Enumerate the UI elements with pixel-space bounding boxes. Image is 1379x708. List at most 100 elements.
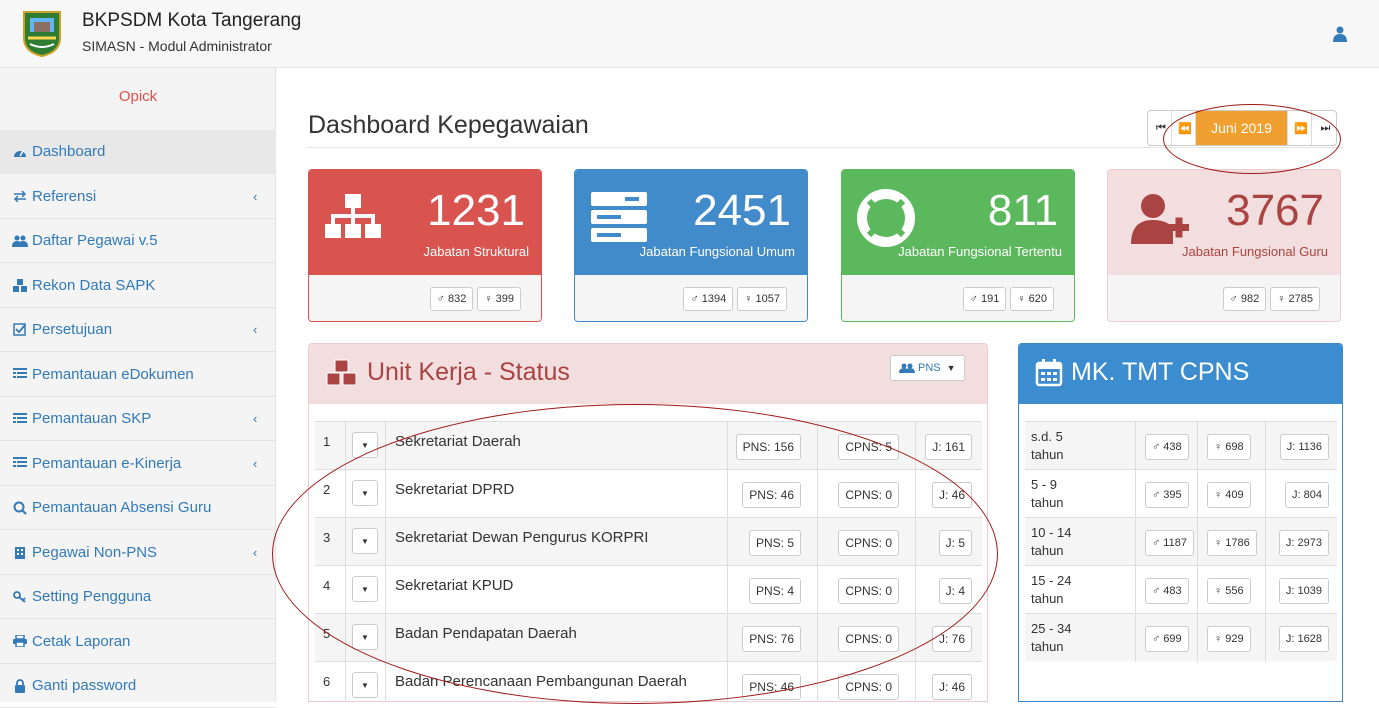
caret-down-icon: ▼ [361,632,369,642]
stat-label: Jabatan Fungsional Umum [639,244,795,259]
female-count-badge: ♀ 399 [477,287,521,311]
app-title: BKPSDM Kota Tangerang [82,10,302,31]
sidebar-item-label: Pemantauan SKP [32,410,152,427]
dashboard-icon [12,145,28,159]
stat-card-footer: ♂ 1394 ♀ 1057 [575,275,807,321]
period-pager: ⏮ ⏪ Juni 2019 ⏩ ⏭ [1147,110,1337,146]
last-period-button[interactable]: ⏭ [1312,111,1336,145]
unit-kerja-panel: Unit Kerja - Status PNS ▼ 1 ▼ Sekretariat … [308,343,988,702]
chevron-left-icon: ‹ [253,188,258,204]
first-period-button[interactable]: ⏮ [1148,111,1172,145]
female-count-badge: ♀ 2785 [1270,287,1320,311]
total-count-badge: J: 5 [938,530,972,556]
service-period-label: 15 - 24 tahun [1031,573,1072,606]
male-count-badge: ♂ 982 [1222,287,1267,311]
chevron-left-icon: ‹ [253,411,258,426]
table-row: s.d. 5 tahun ♂ 438 ♀ 698 J: 1136 [1025,421,1337,470]
unit-name: Sekretariat KPUD [395,577,514,594]
list-icon [12,412,28,426]
user-icon[interactable] [1333,26,1347,42]
row-expand-button[interactable]: ▼ [352,672,378,698]
sidebar-item-rekon-data-sapk[interactable]: Rekon Data SAPK [0,264,276,308]
total-count-badge: J: 1136 [1279,434,1329,460]
chevron-left-icon: ‹ [253,455,258,471]
table-row: 5 ▼ Badan Pendapatan Daerah PNS: 76 CPNS: 0 J… [315,613,982,662]
sidebar-item-pemantauan-skp[interactable]: Pemantauan SKP ‹ [0,397,276,441]
service-period-label: 25 - 34 tahun [1031,621,1072,654]
female-count-badge: ♀ 1786 [1207,530,1257,556]
unit-kerja-title-text: Unit Kerja - Status [367,358,570,386]
sidebar-item-cetak-laporan[interactable]: Cetak Laporan [0,620,276,664]
row-expand-button[interactable]: ▼ [352,432,378,458]
table-row: 25 - 34 tahun ♂ 699 ♀ 929 J: 1628 [1025,613,1337,662]
stat-card-jabatan-fungsional-umum[interactable]: 2451 Jabatan Fungsional Umum ♂ 1394 ♀ 1057 [574,169,808,322]
sidebar-item-label: Pemantauan eDokumen [32,365,194,383]
mk-tmt-cpns-title-text: MK. TMT CPNS [1071,358,1250,386]
sidebar-item-label: Pemantauan Absensi Guru [32,499,212,516]
cpns-count-badge: CPNS: 0 [838,578,899,604]
stat-card-header: 3767 Jabatan Fungsional Guru [1108,170,1340,275]
female-count-badge: ♀ 1057 [737,287,787,311]
status-filter-dropdown[interactable]: PNS ▼ [890,355,965,381]
sidebar-item-setting-pengguna[interactable]: Setting Pengguna [0,575,276,619]
service-period-label: 5 - 9 tahun [1031,477,1064,510]
row-number: 4 [323,578,331,593]
pns-count-badge: PNS: 76 [742,626,801,652]
row-expand-button[interactable]: ▼ [352,528,378,554]
stat-card-jabatan-fungsional-tertentu[interactable]: 811 Jabatan Fungsional Tertentu ♂ 191 ♀ 620 [841,169,1075,322]
row-expand-button[interactable]: ▼ [352,480,378,506]
total-count-badge: J: 76 [931,626,972,652]
unit-name: Sekretariat Dewan Pengurus KORPRI [395,529,649,546]
exchange-icon [12,189,28,203]
female-count-badge: ♀ 698 [1207,434,1251,460]
male-count-badge: ♂ 395 [1145,482,1189,508]
sidebar-item-label: Dashboard [32,143,106,160]
female-count-badge: ♀ 929 [1207,626,1251,652]
life-ring-icon [857,189,915,247]
stat-value: 811 [987,186,1058,235]
stat-label: Jabatan Fungsional Tertentu [898,244,1062,259]
mk-tmt-cpns-panel-header: MK. TMT CPNS [1019,344,1342,404]
row-expand-button[interactable]: ▼ [352,624,378,650]
prev-period-button[interactable]: ⏪ [1172,111,1196,145]
list-icon [12,456,28,470]
sidebar-item-pemantauan-absensi-guru[interactable]: Pemantauan Absensi Guru [0,486,276,530]
sidebar-item-daftar-pegawai-v-5[interactable]: Daftar Pegawai v.5 [0,219,276,263]
app-subtitle: SIMASN - Modul Administrator [82,38,272,54]
cpns-count-badge: CPNS: 0 [838,482,899,508]
table-row: 6 ▼ Badan Perencanaan Pembangunan Daerah PN… [315,661,982,701]
table-row: 1 ▼ Sekretariat Daerah PNS: 156 CPNS: 5 J: 16… [315,421,982,470]
row-number: 3 [323,530,331,545]
sidebar-item-label: Rekon Data SAPK [32,276,156,294]
next-period-button[interactable]: ⏩ [1288,111,1312,145]
sidebar-item-pemantauan-e-kinerja[interactable]: Pemantauan e-Kinerja ‹ [0,442,276,486]
stat-card-jabatan-fungsional-guru[interactable]: 3767 Jabatan Fungsional Guru ♂ 982 ♀ 2785 [1107,169,1341,322]
user-plus-icon [1131,194,1189,244]
sidebar-item-dashboard[interactable]: Dashboard [0,130,276,174]
caret-down-icon: ▼ [361,536,369,546]
sidebar-item-label: Setting Pengguna [32,588,152,605]
status-filter-label: PNS [918,362,941,374]
search-icon [12,501,28,515]
stat-card-jabatan-struktural[interactable]: 1231 Jabatan Struktural ♂ 832 ♀ 399 [308,169,542,322]
male-count-badge: ♂ 699 [1145,626,1189,652]
row-number: 6 [323,674,331,689]
unit-name: Badan Perencanaan Pembangunan Daerah [395,673,687,690]
sidebar-item-ganti-password[interactable]: Ganti password [0,664,276,708]
mk-tmt-cpns-panel: MK. TMT CPNS s.d. 5 tahun ♂ 438 ♀ 698 J: 11… [1018,343,1343,702]
service-period-label: 10 - 14 tahun [1031,525,1072,558]
current-period-button[interactable]: Juni 2019 [1196,111,1288,145]
cpns-count-badge: CPNS: 0 [838,626,899,652]
row-expand-button[interactable]: ▼ [352,576,378,602]
male-count-badge: ♂ 1187 [1145,530,1194,556]
total-count-badge: J: 1039 [1278,578,1329,604]
stat-card-footer: ♂ 982 ♀ 2785 [1108,275,1340,321]
caret-down-icon: ▼ [361,440,369,450]
stat-card-footer: ♂ 832 ♀ 399 [309,275,541,321]
stat-label: Jabatan Struktural [423,244,529,259]
sidebar-item-referensi[interactable]: Referensi ‹ [0,175,276,219]
sidebar-item-pemantauan-edokumen[interactable]: Pemantauan eDokumen [0,353,276,397]
sidebar-item-persetujuan[interactable]: Persetujuan ‹ [0,308,276,352]
sidebar-item-pegawai-non-pns[interactable]: Pegawai Non-PNS ‹ [0,531,276,575]
server-icon [591,192,647,242]
